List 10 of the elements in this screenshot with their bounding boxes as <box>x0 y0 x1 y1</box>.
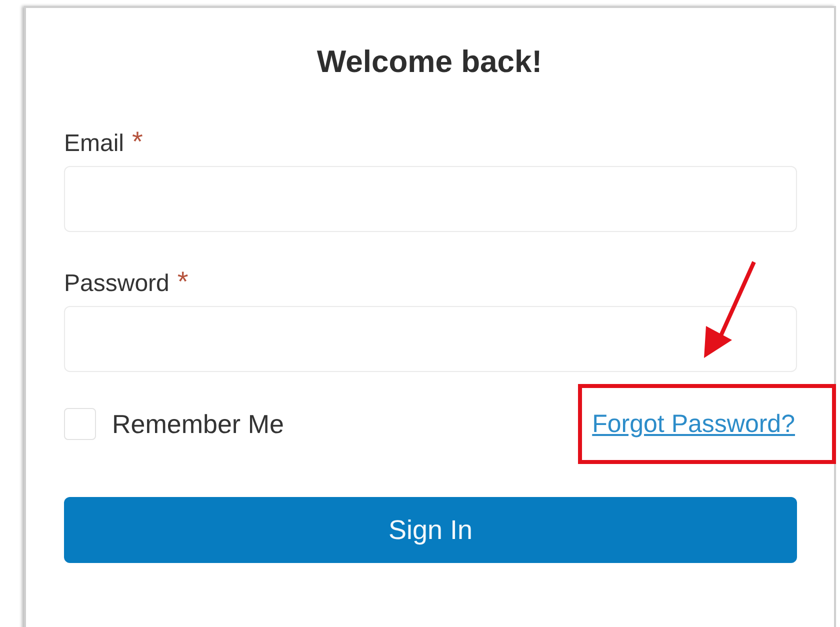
field-label: Email <box>64 130 124 158</box>
input-field[interactable] <box>64 306 797 372</box>
required-asterisk: * <box>177 270 188 294</box>
checkbox[interactable] <box>64 408 96 440</box>
field-label: Password <box>64 270 170 298</box>
form-title: Welcome back! <box>316 44 544 81</box>
required-asterisk: * <box>132 130 143 154</box>
forgot-password-link[interactable]: Forgot Password? <box>592 410 795 438</box>
checkbox-label: Remember Me <box>112 408 284 440</box>
sign-in-button[interactable]: Sign In <box>64 497 797 563</box>
